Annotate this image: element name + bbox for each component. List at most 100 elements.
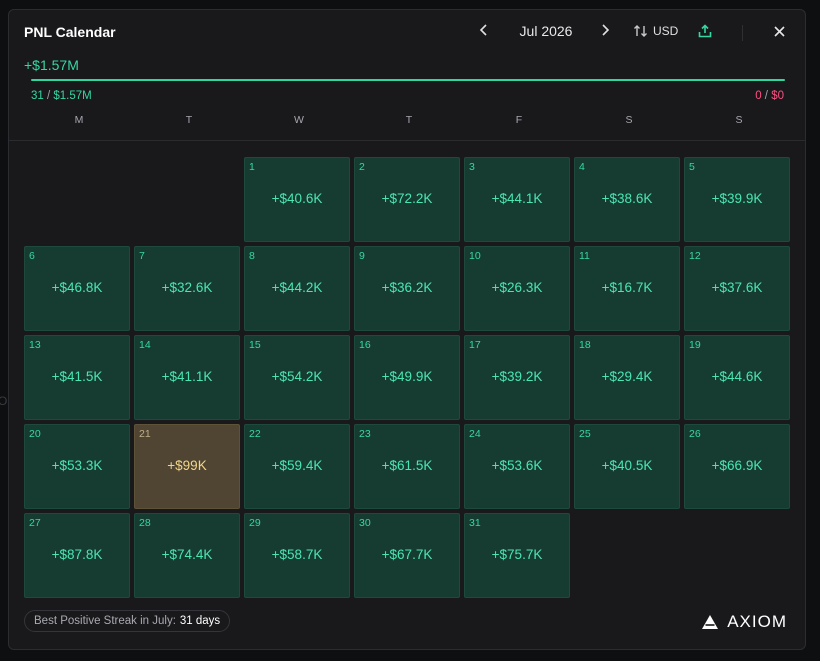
chevron-left-icon: [479, 24, 487, 36]
negative-summary: 0 / $0: [755, 90, 784, 102]
day-pnl: +$53.3K: [51, 458, 103, 473]
day-number: 22: [249, 428, 261, 440]
calendar-day-cell[interactable]: 27 +$87.8K: [24, 513, 130, 598]
prev-month-button[interactable]: [479, 24, 489, 36]
positive-days: 31: [31, 90, 44, 102]
section-divider: [9, 140, 805, 141]
calendar-day-cell[interactable]: 29 +$58.7K: [244, 513, 350, 598]
calendar-day-cell[interactable]: 8 +$44.2K: [244, 246, 350, 331]
day-number: 4: [579, 161, 585, 173]
modal-title: PNL Calendar: [24, 24, 116, 40]
calendar-day-cell[interactable]: 10 +$26.3K: [464, 246, 570, 331]
day-pnl: +$41.5K: [51, 369, 103, 384]
day-number: 21: [139, 428, 151, 440]
day-pnl: +$61.5K: [381, 458, 433, 473]
pnl-calendar-modal: PNL Calendar Jul 2026 USD +$1.57M 31 / $…: [8, 9, 806, 650]
negative-separator: /: [761, 90, 772, 102]
weekday-label: S: [735, 114, 743, 126]
day-number: 13: [29, 339, 41, 351]
negative-amount: $0: [771, 90, 784, 102]
calendar-day-cell[interactable]: 4 +$38.6K: [574, 157, 680, 242]
day-number: 10: [469, 250, 481, 262]
calendar-day-cell[interactable]: 7 +$32.6K: [134, 246, 240, 331]
day-pnl: +$37.6K: [711, 280, 763, 295]
day-pnl: +$54.2K: [271, 369, 323, 384]
chevron-right-icon: [602, 24, 610, 36]
calendar-day-cell[interactable]: 11 +$16.7K: [574, 246, 680, 331]
positive-summary: 31 / $1.57M: [31, 90, 92, 102]
brand-logo: AXIOM: [701, 612, 787, 632]
background-fragment: O: [0, 394, 8, 408]
day-number: 18: [579, 339, 591, 351]
day-number: 3: [469, 161, 475, 173]
day-pnl: +$74.4K: [161, 547, 213, 562]
day-number: 24: [469, 428, 481, 440]
calendar-day-cell[interactable]: 9 +$36.2K: [354, 246, 460, 331]
day-pnl: +$29.4K: [601, 369, 653, 384]
day-pnl: +$53.6K: [491, 458, 543, 473]
day-pnl: +$40.6K: [271, 191, 323, 206]
calendar-day-cell[interactable]: 15 +$54.2K: [244, 335, 350, 420]
day-pnl: +$39.2K: [491, 369, 543, 384]
calendar-day-cell[interactable]: 19 +$44.6K: [684, 335, 790, 420]
calendar-day-cell[interactable]: 3 +$44.1K: [464, 157, 570, 242]
calendar-day-cell[interactable]: 12 +$37.6K: [684, 246, 790, 331]
day-number: 11: [579, 250, 590, 262]
day-pnl: +$49.9K: [381, 369, 433, 384]
calendar-day-cell[interactable]: 16 +$49.9K: [354, 335, 460, 420]
day-number: 8: [249, 250, 255, 262]
day-pnl: +$72.2K: [381, 191, 433, 206]
calendar-day-cell[interactable]: 20 +$53.3K: [24, 424, 130, 509]
calendar-day-cell[interactable]: 22 +$59.4K: [244, 424, 350, 509]
day-number: 1: [249, 161, 255, 173]
day-number: 19: [689, 339, 701, 351]
calendar-day-cell[interactable]: 18 +$29.4K: [574, 335, 680, 420]
calendar-day-cell-best[interactable]: 21 +$99K: [134, 424, 240, 509]
day-pnl: +$44.6K: [711, 369, 763, 384]
header-divider: [742, 25, 743, 41]
day-number: 7: [139, 250, 145, 262]
axiom-logo-icon: [702, 615, 719, 629]
day-number: 31: [469, 517, 481, 529]
calendar-day-cell[interactable]: 25 +$40.5K: [574, 424, 680, 509]
calendar-day-cell[interactable]: 26 +$66.9K: [684, 424, 790, 509]
calendar-day-cell[interactable]: 23 +$61.5K: [354, 424, 460, 509]
calendar-day-cell[interactable]: 17 +$39.2K: [464, 335, 570, 420]
close-button[interactable]: [774, 26, 785, 37]
calendar-day-cell[interactable]: 5 +$39.9K: [684, 157, 790, 242]
calendar-day-cell[interactable]: 30 +$67.7K: [354, 513, 460, 598]
share-button[interactable]: [698, 24, 712, 38]
day-pnl: +$40.5K: [601, 458, 653, 473]
currency-toggle-button[interactable]: USD: [633, 24, 678, 38]
calendar-day-cell[interactable]: 24 +$53.6K: [464, 424, 570, 509]
day-pnl: +$75.7K: [491, 547, 543, 562]
day-pnl: +$36.2K: [381, 280, 433, 295]
day-pnl: +$39.9K: [711, 191, 763, 206]
day-number: 15: [249, 339, 261, 351]
calendar-day-cell[interactable]: 31 +$75.7K: [464, 513, 570, 598]
streak-label: Best Positive Streak in July:: [34, 615, 176, 627]
day-pnl: +$26.3K: [491, 280, 543, 295]
next-month-button[interactable]: [600, 24, 610, 36]
day-number: 5: [689, 161, 695, 173]
calendar-day-cell[interactable]: 2 +$72.2K: [354, 157, 460, 242]
day-pnl: +$16.7K: [601, 280, 653, 295]
day-number: 29: [249, 517, 261, 529]
day-number: 14: [139, 339, 151, 351]
calendar-day-cell[interactable]: 6 +$46.8K: [24, 246, 130, 331]
calendar-day-cell[interactable]: 28 +$74.4K: [134, 513, 240, 598]
day-number: 28: [139, 517, 151, 529]
calendar-day-cell[interactable]: 14 +$41.1K: [134, 335, 240, 420]
day-number: 26: [689, 428, 701, 440]
day-number: 12: [689, 250, 701, 262]
day-pnl: +$66.9K: [711, 458, 763, 473]
day-number: 16: [359, 339, 371, 351]
positive-separator: /: [43, 90, 54, 102]
day-number: 9: [359, 250, 365, 262]
calendar-day-cell[interactable]: 13 +$41.5K: [24, 335, 130, 420]
calendar-day-cell[interactable]: 1 +$40.6K: [244, 157, 350, 242]
streak-badge: Best Positive Streak in July: 31 days: [24, 610, 231, 632]
day-number: 23: [359, 428, 371, 440]
day-pnl: +$44.1K: [491, 191, 543, 206]
positive-amount: $1.57M: [53, 90, 92, 102]
